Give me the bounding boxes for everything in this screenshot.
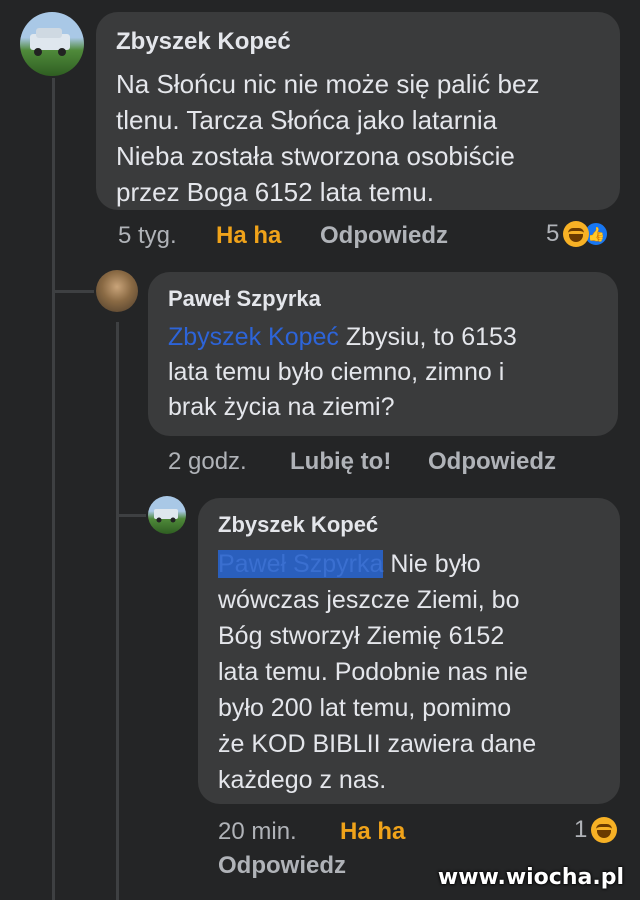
comment-text-line: lata temu. Podobnie nas nie xyxy=(218,658,528,686)
comment-bubble: Paweł Szpyrka Zbyszek Kopeć Zbysiu, to 6… xyxy=(148,272,618,436)
avatar[interactable] xyxy=(148,496,186,534)
car-photo-icon xyxy=(154,509,178,523)
comment-text-line: Paweł Szpyrka Nie było xyxy=(218,546,600,582)
comment-text: Na Słońcu nic nie może się palić bez tle… xyxy=(116,66,600,210)
comment-text-line: Nieba została stworzona osobiście xyxy=(116,141,515,171)
thread-line-branch-1 xyxy=(52,290,94,293)
mention-link[interactable]: Zbyszek Kopeć xyxy=(168,323,339,351)
reaction-count: 1 xyxy=(574,816,588,843)
comment-meta: 5 tyg. Ha ha Odpowiedz xyxy=(118,222,518,252)
comment-text: Zbyszek Kopeć Zbysiu, to 6153 lata temu … xyxy=(168,320,598,425)
comment-bubble: Zbyszek Kopeć Paweł Szpyrka Nie było wów… xyxy=(198,498,620,804)
thread-line-sub xyxy=(116,322,119,900)
reaction-summary[interactable]: 5 👍 xyxy=(546,220,610,248)
reaction-count: 5 xyxy=(546,220,560,247)
car-photo-icon xyxy=(30,28,70,56)
like-button[interactable]: Lubię to! xyxy=(290,448,391,476)
comment-text-line: że KOD BIBLII zawiera dane xyxy=(218,730,537,758)
haha-emoji-icon xyxy=(591,817,618,843)
reply-button[interactable]: Odpowiedz xyxy=(320,222,448,250)
comment-text-first: Nie było xyxy=(390,550,481,578)
avatar[interactable] xyxy=(20,12,84,76)
comment-text-line: Bóg stworzył Ziemię 6152 xyxy=(218,622,505,650)
thread-line-branch-2 xyxy=(116,514,146,517)
comment-text-line: Na Słońcu nic nie może się palić bez xyxy=(116,69,540,99)
comment-meta: 2 godz. Lubię to! Odpowiedz xyxy=(168,448,588,478)
comment-author[interactable]: Zbyszek Kopeć xyxy=(218,512,600,538)
comment-author[interactable]: Zbyszek Kopeć xyxy=(116,28,600,56)
haha-reaction-button[interactable]: Ha ha xyxy=(340,818,405,846)
reaction-summary[interactable]: 1 xyxy=(574,816,618,844)
comment-author[interactable]: Paweł Szpyrka xyxy=(168,286,598,312)
comment-text-line: brak życia na ziemi? xyxy=(168,393,395,421)
comment-text-first: Zbysiu, to 6153 xyxy=(345,323,517,351)
comment-text-line: przez Boga 6152 lata temu. xyxy=(116,177,434,207)
comment-time[interactable]: 20 min. xyxy=(218,818,297,846)
comment-text-line: było 200 lat temu, pomimo xyxy=(218,694,512,722)
avatar[interactable] xyxy=(96,270,138,312)
comment-text-line: lata temu było ciemno, zimno i xyxy=(168,358,505,386)
comment-text-line: tlenu. Tarcza Słońca jako latarnia xyxy=(116,105,498,135)
comment-time[interactable]: 5 tyg. xyxy=(118,222,177,250)
haha-reaction-button[interactable]: Ha ha xyxy=(216,222,281,250)
reply-button[interactable]: Odpowiedz xyxy=(428,448,556,476)
comment-text-line: Zbyszek Kopeć Zbysiu, to 6153 xyxy=(168,320,598,355)
reply-button[interactable]: Odpowiedz xyxy=(218,852,346,880)
comment-text: Paweł Szpyrka Nie było wówczas jeszcze Z… xyxy=(218,546,600,798)
comment-text-line: wówczas jeszcze Ziemi, bo xyxy=(218,586,520,614)
watermark: www.wiocha.pl xyxy=(437,865,624,890)
thread-line-main xyxy=(52,78,55,900)
comment-text-line: każdego z nas. xyxy=(218,766,387,794)
haha-emoji-icon xyxy=(563,221,590,247)
mention-link[interactable]: Paweł Szpyrka xyxy=(218,550,384,578)
comment-bubble: Zbyszek Kopeć Na Słońcu nic nie może się… xyxy=(96,12,620,210)
comment-time[interactable]: 2 godz. xyxy=(168,448,247,476)
